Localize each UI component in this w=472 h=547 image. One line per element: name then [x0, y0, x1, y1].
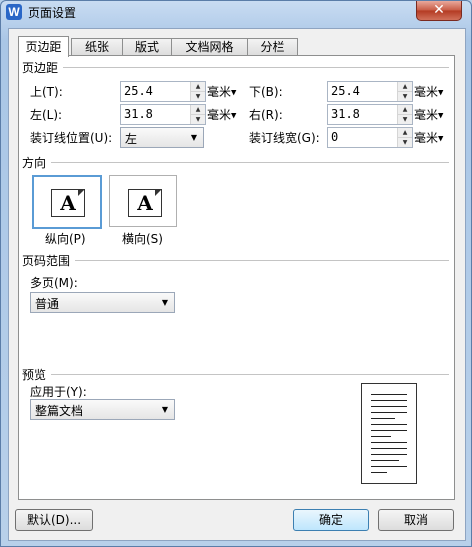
right-margin-label: 右(R): [249, 108, 283, 122]
spin-down-icon[interactable]: ▼ [398, 115, 412, 124]
orientation-divider [51, 162, 449, 163]
left-margin-unit[interactable]: 毫米▼ [207, 106, 236, 123]
spin-down-icon[interactable]: ▼ [398, 138, 412, 147]
tab-margins[interactable]: 页边距 [18, 36, 69, 57]
landscape-page-icon: A [128, 189, 162, 217]
right-margin-value[interactable]: 31.8 [331, 107, 360, 121]
margins-section-title: 页边距 [22, 61, 59, 75]
dropdown-arrow-icon: ▼ [438, 88, 444, 97]
orientation-section-title: 方向 [22, 156, 47, 170]
dialog-title: 页面设置 [28, 6, 77, 20]
top-margin-spinner[interactable]: 25.4 ▲ ▼ [120, 81, 206, 102]
gutter-width-unit[interactable]: 毫米▼ [414, 129, 443, 146]
dropdown-arrow-icon: ▼ [231, 88, 237, 97]
dialog-body: 页边距 纸张 版式 文档网格 分栏 页边距 上(T): 25.4 ▲ ▼ 毫米▼ … [8, 28, 466, 541]
top-margin-label: 上(T): [30, 85, 63, 99]
gutter-position-value: 左 [125, 132, 138, 146]
bottom-margin-label: 下(B): [249, 85, 283, 99]
top-margin-unit[interactable]: 毫米▼ [207, 83, 236, 100]
cancel-button[interactable]: 取消 [378, 509, 454, 531]
gutter-position-label: 装订线位置(U): [30, 131, 113, 145]
bottom-margin-value[interactable]: 25.4 [331, 84, 360, 98]
left-margin-label: 左(L): [30, 108, 63, 122]
tab-paper[interactable]: 纸张 [71, 38, 123, 56]
gutter-position-select[interactable]: 左 ▼ [120, 127, 204, 148]
tab-layout[interactable]: 版式 [122, 38, 172, 56]
multi-page-value: 普通 [35, 297, 60, 311]
page-range-section-title: 页码范围 [22, 254, 71, 268]
tab-columns[interactable]: 分栏 [247, 38, 298, 56]
page-range-divider [75, 260, 449, 261]
dropdown-arrow-icon: ▼ [438, 111, 444, 120]
title-bar[interactable]: W 页面设置 ✕ [1, 1, 471, 23]
tab-document-grid[interactable]: 文档网格 [171, 38, 248, 56]
apply-to-label: 应用于(Y): [30, 385, 87, 399]
portrait-page-icon: A [51, 189, 85, 217]
multi-page-select[interactable]: 普通 ▼ [30, 292, 175, 313]
left-margin-spinner[interactable]: 31.8 ▲ ▼ [120, 104, 206, 125]
dropdown-arrow-icon: ▼ [438, 134, 444, 143]
close-button[interactable]: ✕ [416, 1, 462, 21]
top-margin-value[interactable]: 25.4 [124, 84, 153, 98]
dropdown-arrow-icon: ▼ [231, 111, 237, 120]
chevron-down-icon: ▼ [161, 298, 168, 307]
page-preview-thumbnail [361, 383, 417, 484]
bottom-margin-unit[interactable]: 毫米▼ [414, 83, 443, 100]
preview-divider [51, 374, 449, 375]
spin-down-icon[interactable]: ▼ [398, 92, 412, 101]
dialog-window: W 页面设置 ✕ 页边距 纸张 版式 文档网格 分栏 页边距 上(T): 25.… [0, 0, 472, 547]
preview-section-title: 预览 [22, 368, 47, 382]
landscape-label[interactable]: 横向(S) [122, 230, 163, 247]
apply-to-select[interactable]: 整篇文档 ▼ [30, 399, 175, 420]
margins-panel: 页边距 上(T): 25.4 ▲ ▼ 毫米▼ 下(B): 25.4 ▲ ▼ 毫米▼ … [18, 55, 455, 500]
landscape-option[interactable]: A [109, 175, 177, 227]
right-margin-unit[interactable]: 毫米▼ [414, 106, 443, 123]
portrait-option[interactable]: A [32, 175, 102, 229]
left-margin-value[interactable]: 31.8 [124, 107, 153, 121]
bottom-margin-spinner[interactable]: 25.4 ▲ ▼ [327, 81, 413, 102]
gutter-width-spinner[interactable]: 0 ▲ ▼ [327, 127, 413, 148]
gutter-width-value[interactable]: 0 [331, 130, 338, 144]
margins-divider [63, 67, 449, 68]
portrait-label[interactable]: 纵向(P) [45, 230, 86, 247]
right-margin-spinner[interactable]: 31.8 ▲ ▼ [327, 104, 413, 125]
spin-down-icon[interactable]: ▼ [191, 115, 205, 124]
gutter-width-label: 装订线宽(G): [249, 131, 320, 145]
chevron-down-icon: ▼ [190, 133, 197, 142]
apply-to-value: 整篇文档 [35, 404, 84, 418]
spin-up-icon[interactable]: ▲ [191, 82, 205, 92]
wps-writer-icon: W [6, 4, 22, 20]
spin-up-icon[interactable]: ▲ [398, 128, 412, 138]
spin-up-icon[interactable]: ▲ [191, 105, 205, 115]
default-button[interactable]: 默认(D)... [15, 509, 93, 531]
chevron-down-icon: ▼ [161, 405, 168, 414]
spin-down-icon[interactable]: ▼ [191, 92, 205, 101]
ok-button[interactable]: 确定 [293, 509, 369, 531]
spin-up-icon[interactable]: ▲ [398, 82, 412, 92]
spin-up-icon[interactable]: ▲ [398, 105, 412, 115]
multi-page-label: 多页(M): [30, 276, 78, 290]
